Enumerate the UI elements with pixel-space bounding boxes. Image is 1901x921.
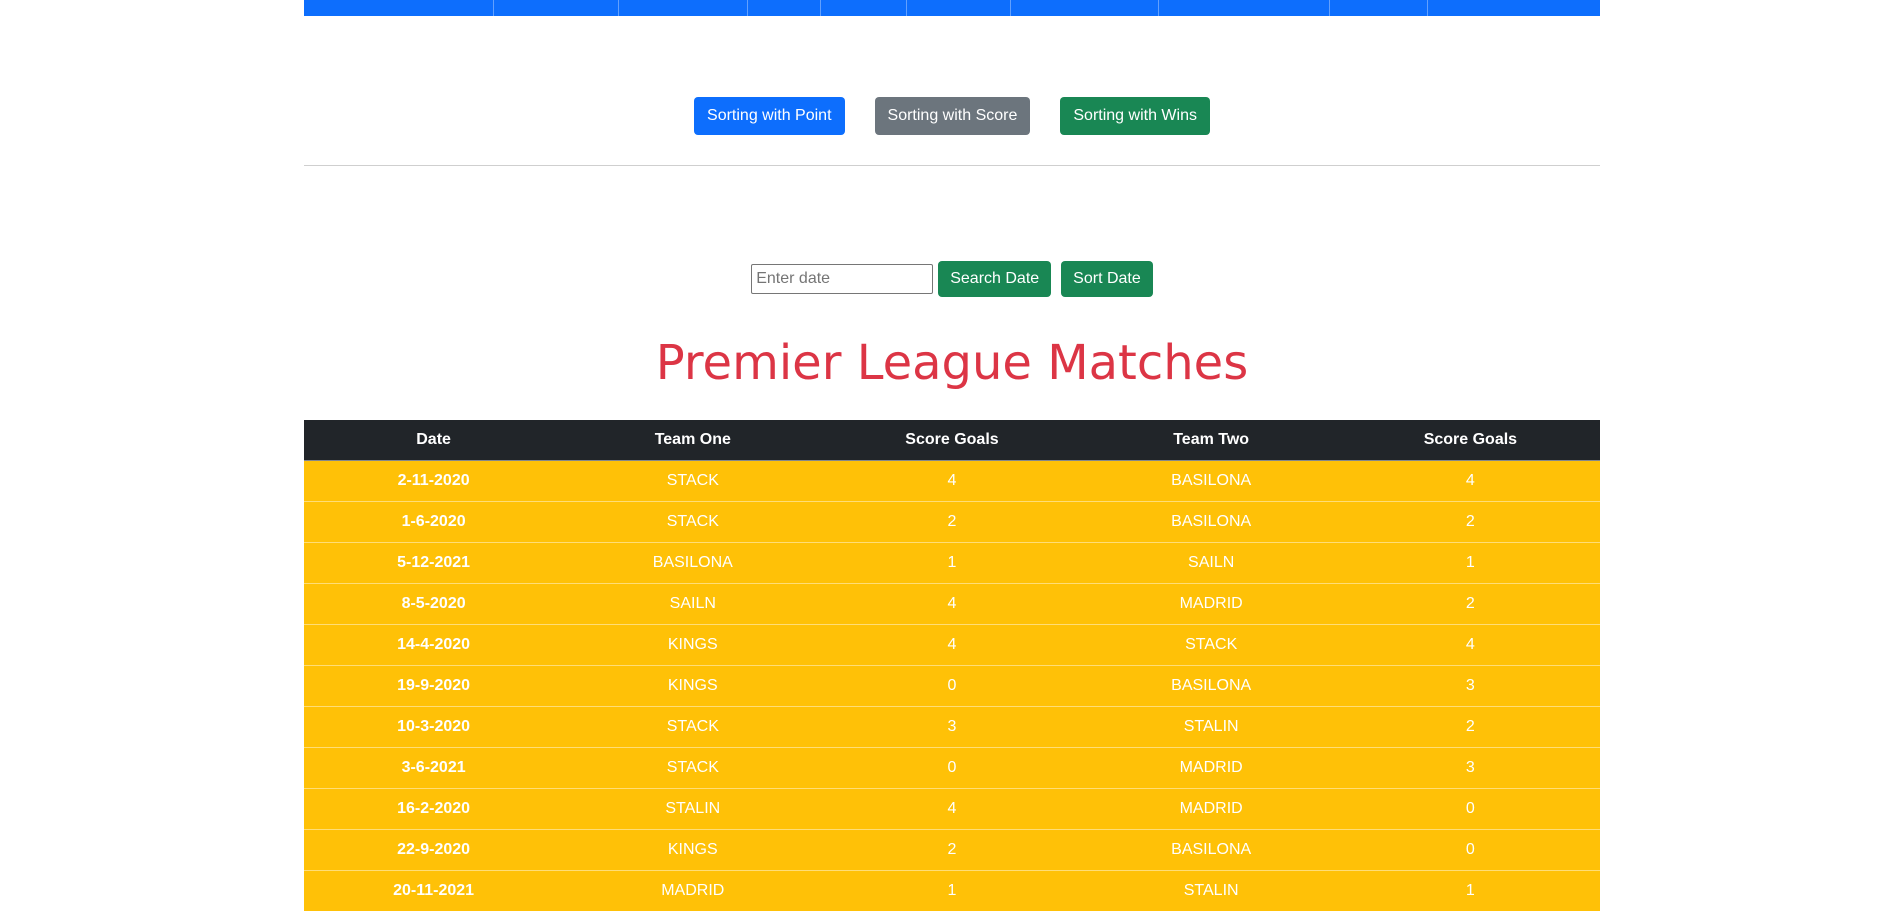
team-one: KINGS: [563, 829, 823, 871]
team-two-score: 3: [1340, 747, 1600, 789]
team-two-score: 1: [1340, 870, 1600, 911]
team-two-score: 0: [1340, 788, 1600, 830]
search-date-button[interactable]: Search Date: [938, 261, 1052, 297]
divider: [304, 165, 1600, 166]
match-row: 16-2-2020 STALIN 4 MADRID 0: [304, 788, 1600, 830]
team-two: MADRID: [1081, 747, 1341, 789]
match-row: 22-9-2020 KINGS 2 BASILONA 0: [304, 829, 1600, 871]
standings-cell: 30: [1329, 0, 1428, 16]
match-date: 10-3-2020: [304, 706, 564, 748]
match-date: 14-4-2020: [304, 624, 564, 666]
team-one: MADRID: [563, 870, 823, 911]
match-date: 5-12-2021: [304, 542, 564, 584]
team-one: BASILONA: [563, 542, 823, 584]
standings-cell: NR: [304, 0, 494, 16]
sort-by-point-button[interactable]: Sorting with Point: [694, 97, 845, 135]
match-row: 8-5-2020 SAILN 4 MADRID 2: [304, 583, 1600, 625]
sort-date-button[interactable]: Sort Date: [1061, 261, 1153, 297]
date-search: Search Date Sort Date: [304, 261, 1600, 297]
standings-cell: 0: [1010, 0, 1159, 16]
matches-table: Date Team One Score Goals Team Two Score…: [304, 420, 1600, 911]
standings-cell: 6: [747, 0, 821, 16]
match-row: 1-6-2020 STACK 2 BASILONA 2: [304, 501, 1600, 543]
team-two: BASILONA: [1081, 665, 1341, 707]
team-two: SAILN: [1081, 542, 1341, 584]
standings-cell: 0: [1427, 0, 1600, 16]
standings-cell: 0: [1158, 0, 1330, 16]
team-one-score: 4: [822, 583, 1082, 625]
match-date: 1-6-2020: [304, 501, 564, 543]
team-two: STALIN: [1081, 870, 1341, 911]
team-one-score: 3: [822, 706, 1082, 748]
standings-cell: 3: [906, 0, 1011, 16]
match-date: 20-11-2021: [304, 870, 564, 911]
team-two-score: 2: [1340, 501, 1600, 543]
team-one: STACK: [563, 460, 823, 502]
match-row: 2-11-2020 STACK 4 BASILONA 4: [304, 460, 1600, 502]
team-one: STACK: [563, 706, 823, 748]
match-row: 3-6-2021 STACK 0 MADRID 3: [304, 747, 1600, 789]
column-header-team-two: Team Two: [1081, 420, 1341, 461]
team-one-score: 4: [822, 460, 1082, 502]
team-one: STACK: [563, 747, 823, 789]
column-header-score-two: Score Goals: [1340, 420, 1600, 461]
team-one-score: 0: [822, 747, 1082, 789]
team-two: MADRID: [1081, 788, 1341, 830]
match-row: 19-9-2020 KINGS 0 BASILONA 3: [304, 665, 1600, 707]
team-one-score: 1: [822, 542, 1082, 584]
team-two-score: 1: [1340, 542, 1600, 584]
match-row: 14-4-2020 KINGS 4 STACK 4: [304, 624, 1600, 666]
team-two: BASILONA: [1081, 829, 1341, 871]
standings-cell: mm: [618, 0, 748, 16]
team-two: BASILONA: [1081, 501, 1341, 543]
standings-cell: Srilanka: [493, 0, 619, 16]
match-date: 8-5-2020: [304, 583, 564, 625]
team-two-score: 3: [1340, 665, 1600, 707]
matches-body: 2-11-2020 STACK 4 BASILONA 4 1-6-2020 STACK 2 BA…: [304, 460, 1600, 911]
match-date: 2-11-2020: [304, 460, 564, 502]
team-one: KINGS: [563, 665, 823, 707]
team-one-score: 4: [822, 788, 1082, 830]
match-row: 20-11-2021 MADRID 1 STALIN 1: [304, 870, 1600, 911]
team-one-score: 0: [822, 665, 1082, 707]
match-date: 16-2-2020: [304, 788, 564, 830]
column-header-team-one: Team One: [563, 420, 823, 461]
column-header-date: Date: [304, 420, 564, 461]
team-two-score: 2: [1340, 583, 1600, 625]
team-two: BASILONA: [1081, 460, 1341, 502]
sort-by-wins-button[interactable]: Sorting with Wins: [1060, 97, 1210, 135]
standings-row: NR Srilanka mm 6 3 3 0 0 30 0: [304, 0, 1600, 16]
team-one: SAILN: [563, 583, 823, 625]
match-date: 3-6-2021: [304, 747, 564, 789]
team-one-score: 2: [822, 829, 1082, 871]
match-date: 19-9-2020: [304, 665, 564, 707]
team-one-score: 4: [822, 624, 1082, 666]
matches-header-row: Date Team One Score Goals Team Two Score…: [304, 420, 1600, 461]
team-two-score: 0: [1340, 829, 1600, 871]
team-two: STALIN: [1081, 706, 1341, 748]
team-one: KINGS: [563, 624, 823, 666]
team-one-score: 1: [822, 870, 1082, 911]
team-two: MADRID: [1081, 583, 1341, 625]
page-title: Premier League Matches: [655, 335, 1249, 391]
standings-cell: 3: [820, 0, 907, 16]
standings-table: NR Srilanka mm 6 3 3 0 0 30 0: [304, 0, 1600, 16]
column-header-score-one: Score Goals: [822, 420, 1082, 461]
team-two-score: 4: [1340, 460, 1600, 502]
team-two-score: 2: [1340, 706, 1600, 748]
team-one-score: 2: [822, 501, 1082, 543]
team-one: STACK: [563, 501, 823, 543]
team-two: STACK: [1081, 624, 1341, 666]
team-one: STALIN: [563, 788, 823, 830]
match-date: 22-9-2020: [304, 829, 564, 871]
date-input[interactable]: [751, 264, 934, 294]
sort-buttons: Sorting with Point Sorting with Score So…: [304, 97, 1600, 135]
match-row: 5-12-2021 BASILONA 1 SAILN 1: [304, 542, 1600, 584]
match-row: 10-3-2020 STACK 3 STALIN 2: [304, 706, 1600, 748]
team-two-score: 4: [1340, 624, 1600, 666]
sort-by-score-button[interactable]: Sorting with Score: [874, 97, 1031, 135]
